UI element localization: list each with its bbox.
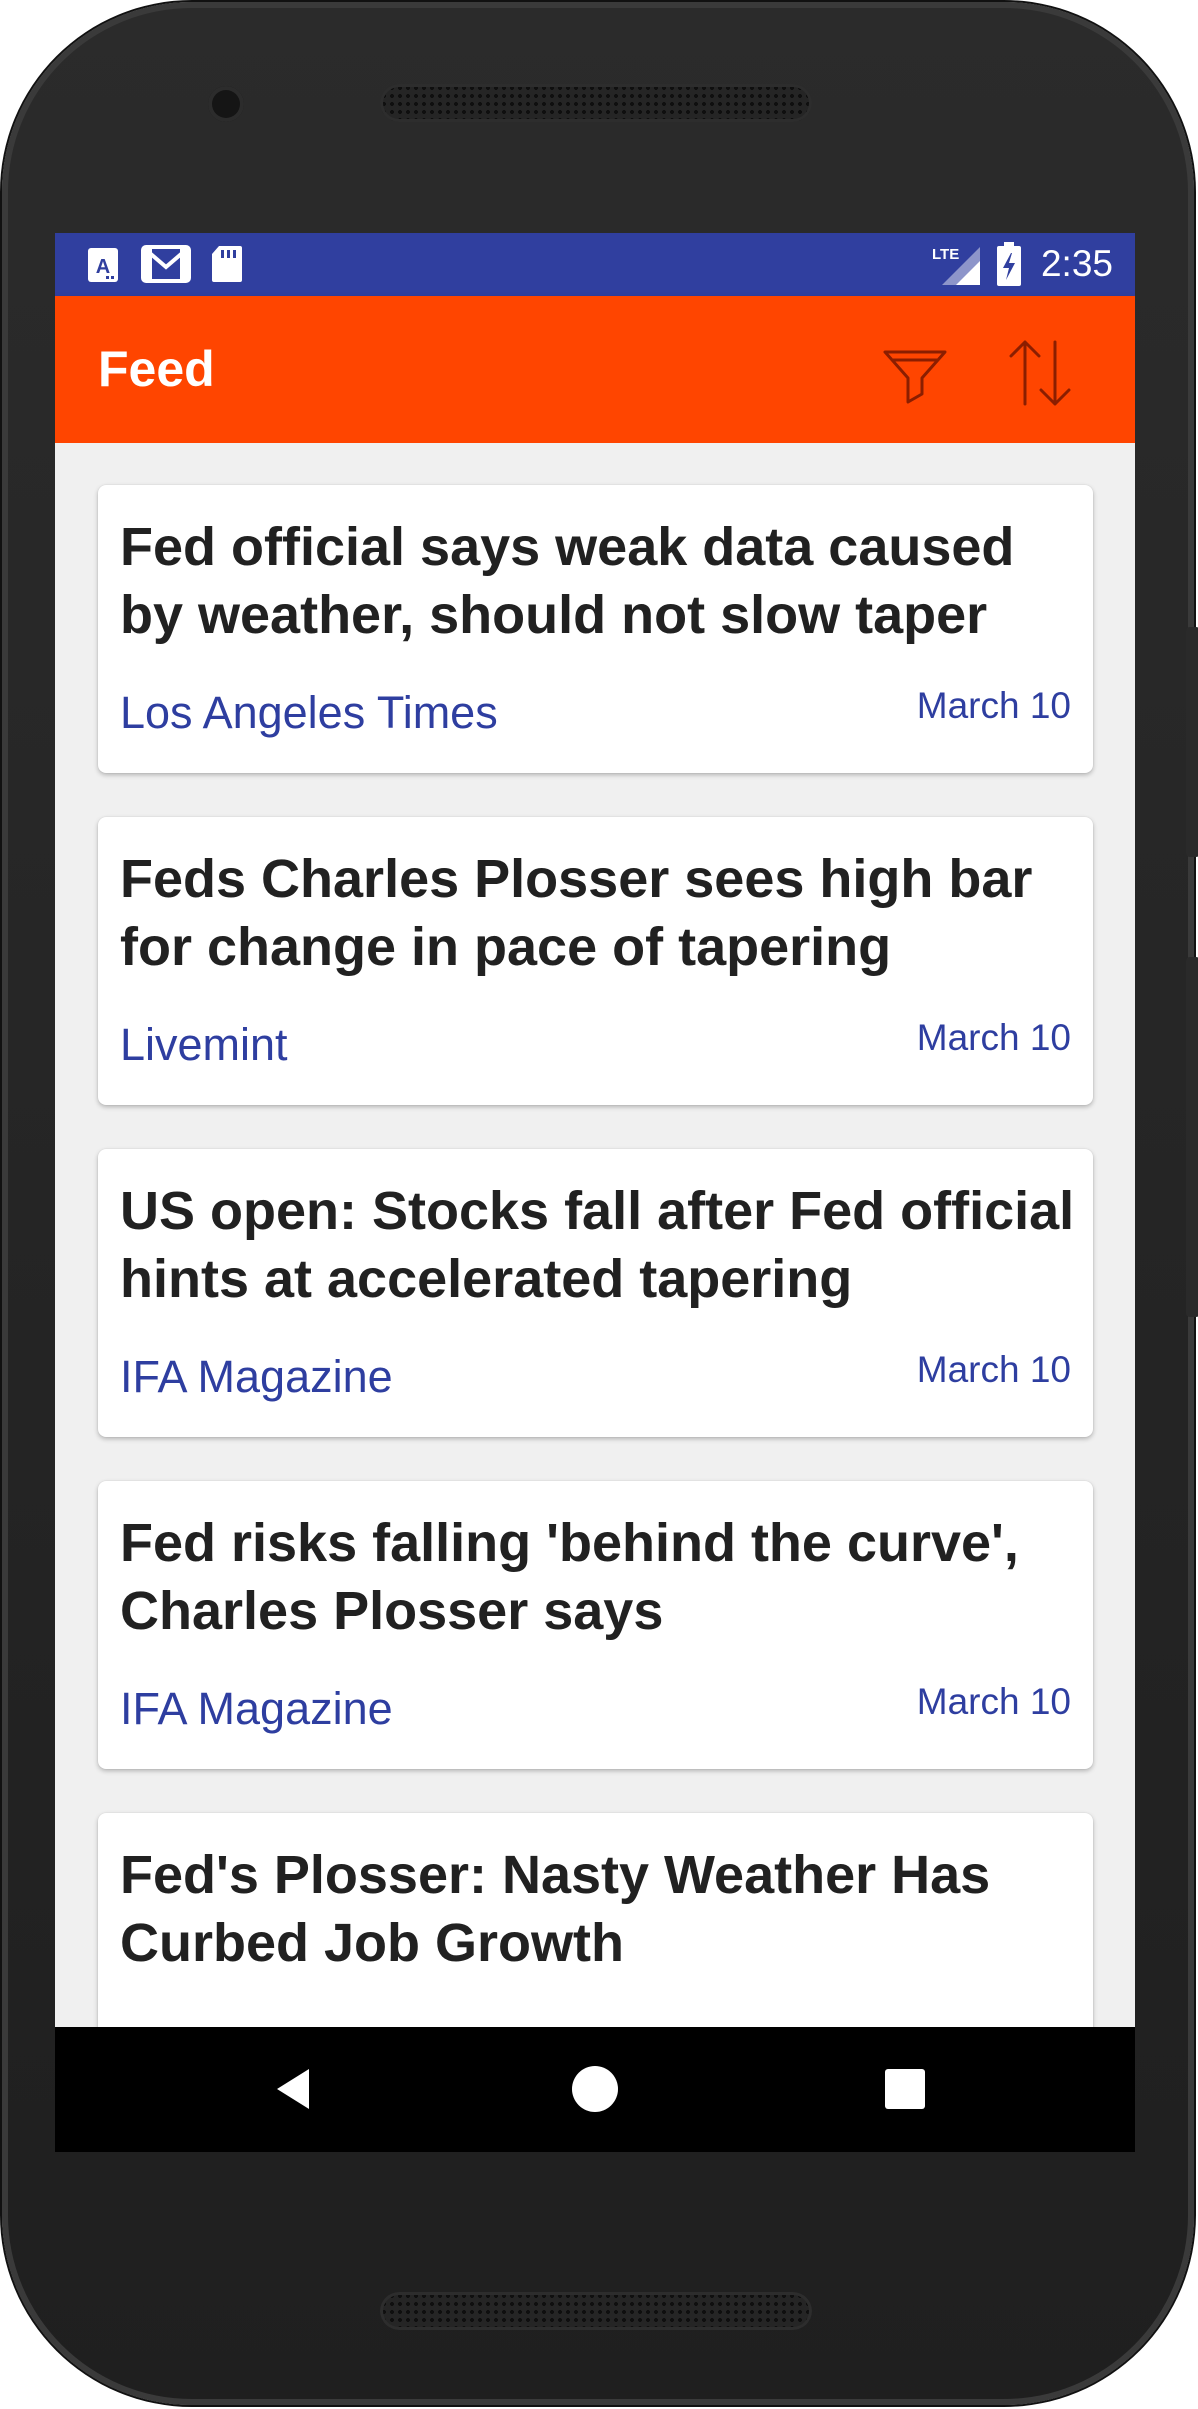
article-source: Los Angeles Times: [120, 687, 498, 738]
app-bar: Feed: [55, 296, 1135, 443]
article-title: Fed official says weak data caused by we…: [120, 517, 1015, 645]
sort-button[interactable]: [1000, 332, 1080, 412]
article-title: US open: Stocks fall after Fed official …: [120, 1181, 1075, 1309]
text-notification-icon: A: [87, 247, 119, 288]
article-source: IFA Magazine: [120, 1683, 393, 1734]
article-date: March 10: [916, 1017, 1071, 1058]
back-button[interactable]: [265, 2059, 325, 2119]
article-title: Feds Charles Plosser sees high bar for c…: [120, 849, 1033, 977]
svg-text:A: A: [96, 256, 110, 278]
filter-button[interactable]: [875, 332, 955, 412]
article-title: Fed's Plosser: Nasty Weather Has Curbed …: [120, 1845, 991, 1973]
back-icon: [277, 2069, 309, 2109]
page-title: Feed: [98, 341, 215, 397]
volume-button: [1186, 957, 1198, 1317]
recents-button[interactable]: [875, 2059, 935, 2119]
article-date: March 10: [916, 1349, 1071, 1390]
status-time: 2:35: [1040, 243, 1113, 284]
status-bar: A LTE 2:35: [55, 233, 1135, 296]
navigation-bar: [55, 2027, 1135, 2152]
front-camera: [208, 86, 244, 122]
lte-signal-icon: LTE: [930, 243, 982, 292]
sort-icon: [1009, 340, 1071, 406]
filter-icon: [883, 350, 947, 404]
earpiece-speaker: [380, 84, 812, 122]
feed-card[interactable]: Fed's Plosser: Nasty Weather Has Curbed …: [98, 1813, 1093, 2027]
feed-list[interactable]: Fed official says weak data caused by we…: [55, 443, 1135, 2027]
feed-card[interactable]: Feds Charles Plosser sees high bar for c…: [98, 817, 1093, 1105]
article-date: March 10: [916, 1681, 1071, 1722]
article-date: March 10: [916, 685, 1071, 726]
power-button: [1186, 627, 1198, 857]
article-source: IFA Magazine: [120, 1351, 393, 1402]
sd-card-icon: [211, 245, 243, 288]
bottom-speaker: [380, 2292, 812, 2330]
home-button[interactable]: [565, 2059, 625, 2119]
lte-label: LTE: [932, 246, 959, 263]
home-icon: [572, 2066, 618, 2112]
feed-card[interactable]: Fed official says weak data caused by we…: [98, 485, 1093, 773]
feed-card[interactable]: Fed risks falling 'behind the curve', Ch…: [98, 1481, 1093, 1769]
article-title: Fed risks falling 'behind the curve', Ch…: [120, 1513, 1019, 1641]
recents-icon: [885, 2069, 925, 2109]
battery-charging-icon: [995, 241, 1023, 292]
gmail-icon: [141, 245, 191, 288]
article-source: Livemint: [120, 1019, 288, 1070]
screen: A LTE 2:35 Feed Fed official says weak d…: [55, 233, 1135, 2152]
feed-card[interactable]: US open: Stocks fall after Fed official …: [98, 1149, 1093, 1437]
